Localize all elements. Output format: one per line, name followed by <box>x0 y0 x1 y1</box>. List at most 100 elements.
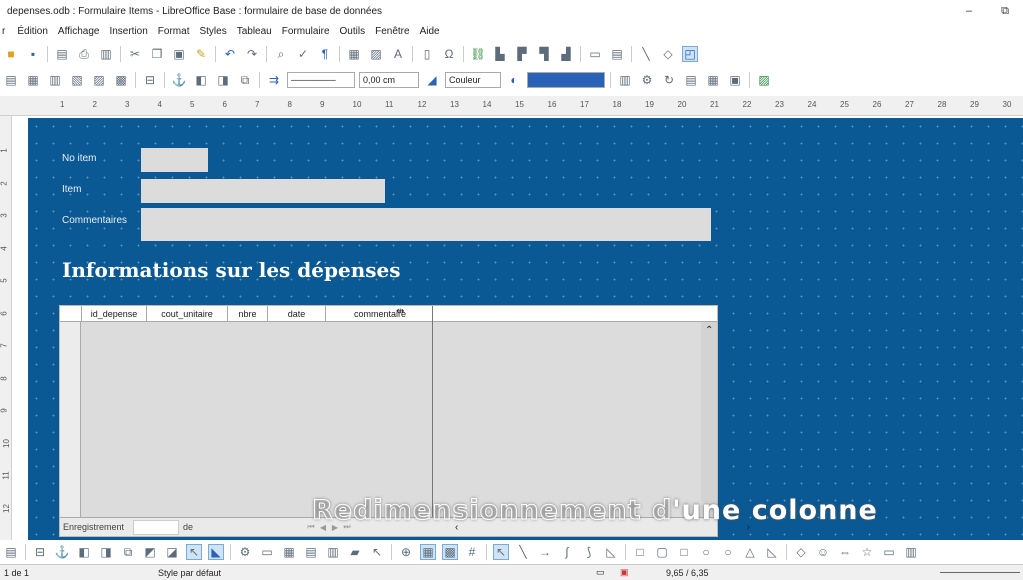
open-in-design-icon[interactable]: ▰ <box>347 544 363 560</box>
draw-functions-icon[interactable]: ◰ <box>682 46 698 62</box>
polygon-icon[interactable]: ⟆ <box>581 544 597 560</box>
menu-item-format[interactable]: Format <box>158 26 190 37</box>
points-icon[interactable]: ▦ <box>705 72 721 88</box>
line-width-field[interactable]: 0,00 cm <box>359 72 419 88</box>
backward-icon[interactable]: ◪ <box>164 544 180 560</box>
position-size-icon[interactable]: ⊕ <box>398 544 414 560</box>
bring-front-icon[interactable]: ◧ <box>193 72 209 88</box>
column-header[interactable]: nbre <box>228 306 268 322</box>
callout-icon[interactable]: ▭ <box>881 544 897 560</box>
column-header[interactable]: date <box>268 306 326 322</box>
block-arrow-icon[interactable]: ⇔ <box>837 544 853 560</box>
insert-image-icon[interactable]: ▨ <box>756 72 772 88</box>
triangle-icon[interactable]: △ <box>742 544 758 560</box>
page-break-icon[interactable]: ▯ <box>419 46 435 62</box>
column-header[interactable]: id_depense <box>82 306 147 322</box>
paste-icon[interactable]: ▣ <box>171 46 187 62</box>
endnote-icon[interactable]: ▛ <box>514 46 530 62</box>
front-icon[interactable]: ◧ <box>76 544 92 560</box>
align-icon[interactable]: ⊟ <box>142 72 158 88</box>
formatting-marks-icon[interactable]: ¶ <box>317 46 333 62</box>
zoom-slider[interactable] <box>940 572 1020 573</box>
add-field-icon[interactable]: ▤ <box>303 544 319 560</box>
fill-color-select[interactable] <box>527 72 605 88</box>
restore-button[interactable]: ⧉ <box>987 0 1023 22</box>
menu-item-view[interactable]: Affichage <box>58 26 100 37</box>
glue-icon[interactable]: ▣ <box>727 72 743 88</box>
diamond-icon[interactable]: ◇ <box>793 544 809 560</box>
grid-display-icon[interactable]: ▦ <box>420 544 436 560</box>
record-number-field[interactable] <box>133 519 179 535</box>
distribute-icon[interactable]: ▤ <box>683 72 699 88</box>
wrap-right-icon[interactable]: ▨ <box>91 72 107 88</box>
select-tool-icon[interactable]: ↖ <box>493 544 509 560</box>
vertical-ruler[interactable]: 1 2 3 4 5 6 7 8 9 10 11 12 <box>0 116 12 540</box>
table-icon[interactable]: ▦ <box>346 46 362 62</box>
menu-item-insert[interactable]: Insertion <box>109 26 147 37</box>
align-object-icon[interactable]: ⊟ <box>32 544 48 560</box>
shadow-icon[interactable]: ▥ <box>617 72 633 88</box>
arrange-icon[interactable]: ⧉ <box>120 544 136 560</box>
draw-line-icon[interactable]: ╲ <box>515 544 531 560</box>
menu-item-styles[interactable]: Styles <box>199 26 226 37</box>
form-properties-icon[interactable]: ▭ <box>259 544 275 560</box>
line-style-select[interactable]: ─────── <box>287 72 355 88</box>
hyperlink-icon[interactable]: ⛓ <box>470 46 486 62</box>
circle-icon[interactable]: ○ <box>720 544 736 560</box>
freeform-icon[interactable]: ◺ <box>603 544 619 560</box>
save-icon[interactable]: ▪ <box>25 46 41 62</box>
copy-icon[interactable]: ❐ <box>149 46 165 62</box>
print-preview-icon[interactable]: ▥ <box>98 46 114 62</box>
line-color-icon[interactable]: ◢ <box>424 72 440 88</box>
anchor-icon[interactable]: ⚓ <box>171 72 187 88</box>
wrap-left-icon[interactable]: ▧ <box>69 72 85 88</box>
square-icon[interactable]: □ <box>676 544 692 560</box>
send-back-icon[interactable]: ◨ <box>215 72 231 88</box>
arrow-line-icon[interactable]: → <box>537 544 553 560</box>
star-icon[interactable]: ☆ <box>859 544 875 560</box>
open-icon[interactable]: ■ <box>3 46 19 62</box>
flowchart-icon[interactable]: ▥ <box>903 544 919 560</box>
anchor-object-icon[interactable]: ⚓ <box>54 544 70 560</box>
line-style-icon[interactable]: ⇉ <box>266 72 282 88</box>
fill-style-select[interactable]: Couleur <box>445 72 501 88</box>
undo-icon[interactable]: ↶ <box>222 46 238 62</box>
rectangle-icon[interactable]: □ <box>632 544 648 560</box>
back-icon[interactable]: ◨ <box>98 544 114 560</box>
menu-item-window[interactable]: Fenêtre <box>375 26 409 37</box>
group-icon[interactable]: ⧉ <box>237 72 253 88</box>
item-field[interactable] <box>141 179 385 203</box>
menu-item-tools[interactable]: Outils <box>340 26 366 37</box>
right-triangle-icon[interactable]: ◺ <box>764 544 780 560</box>
scroll-up-icon[interactable]: ⌃ <box>705 325 713 336</box>
cut-icon[interactable]: ✂ <box>127 46 143 62</box>
fill-color-icon[interactable]: ◐ <box>506 72 522 88</box>
page-style[interactable]: Style par défaut <box>158 568 221 578</box>
menu-item-help[interactable]: Aide <box>420 26 440 37</box>
wrap-page-icon[interactable]: ▦ <box>25 72 41 88</box>
ellipse-icon[interactable]: ○ <box>698 544 714 560</box>
helplines-icon[interactable]: # <box>464 544 480 560</box>
tab-order-icon[interactable]: ▥ <box>325 544 341 560</box>
vertical-scrollbar[interactable]: ⌃ <box>701 322 717 502</box>
control-properties-icon[interactable]: ⚙ <box>237 544 253 560</box>
spelling-icon[interactable]: ✓ <box>295 46 311 62</box>
snap-to-grid-icon[interactable]: ▩ <box>442 544 458 560</box>
rotate-icon[interactable]: ↻ <box>661 72 677 88</box>
export-pdf-icon[interactable]: ▤ <box>54 46 70 62</box>
basic-shapes-icon[interactable]: ◇ <box>660 46 676 62</box>
forward-icon[interactable]: ◩ <box>142 544 158 560</box>
wrap-ideal-icon[interactable]: ▥ <box>47 72 63 88</box>
form-navigator-icon[interactable]: ▦ <box>281 544 297 560</box>
column-header[interactable]: cout_unitaire <box>147 306 228 322</box>
rounded-rect-icon[interactable]: ▢ <box>654 544 670 560</box>
clone-format-icon[interactable]: ✎ <box>193 46 209 62</box>
textbox-icon[interactable]: A <box>390 46 406 62</box>
wrap-off-icon[interactable]: ▤ <box>3 72 19 88</box>
wrap-through-icon[interactable]: ▩ <box>113 72 129 88</box>
menu-item-edit[interactable]: Édition <box>17 26 48 37</box>
column-header[interactable]: commentaire <box>326 306 434 322</box>
design-mode-icon[interactable]: ◣ <box>208 544 224 560</box>
track-changes-icon[interactable]: ▤ <box>609 46 625 62</box>
horizontal-ruler[interactable]: 1 2 3 4 5 6 7 8 9 10 11 12 13 14 15 16 17 18 19 20 21 22 23 24 2… <box>0 96 1023 116</box>
